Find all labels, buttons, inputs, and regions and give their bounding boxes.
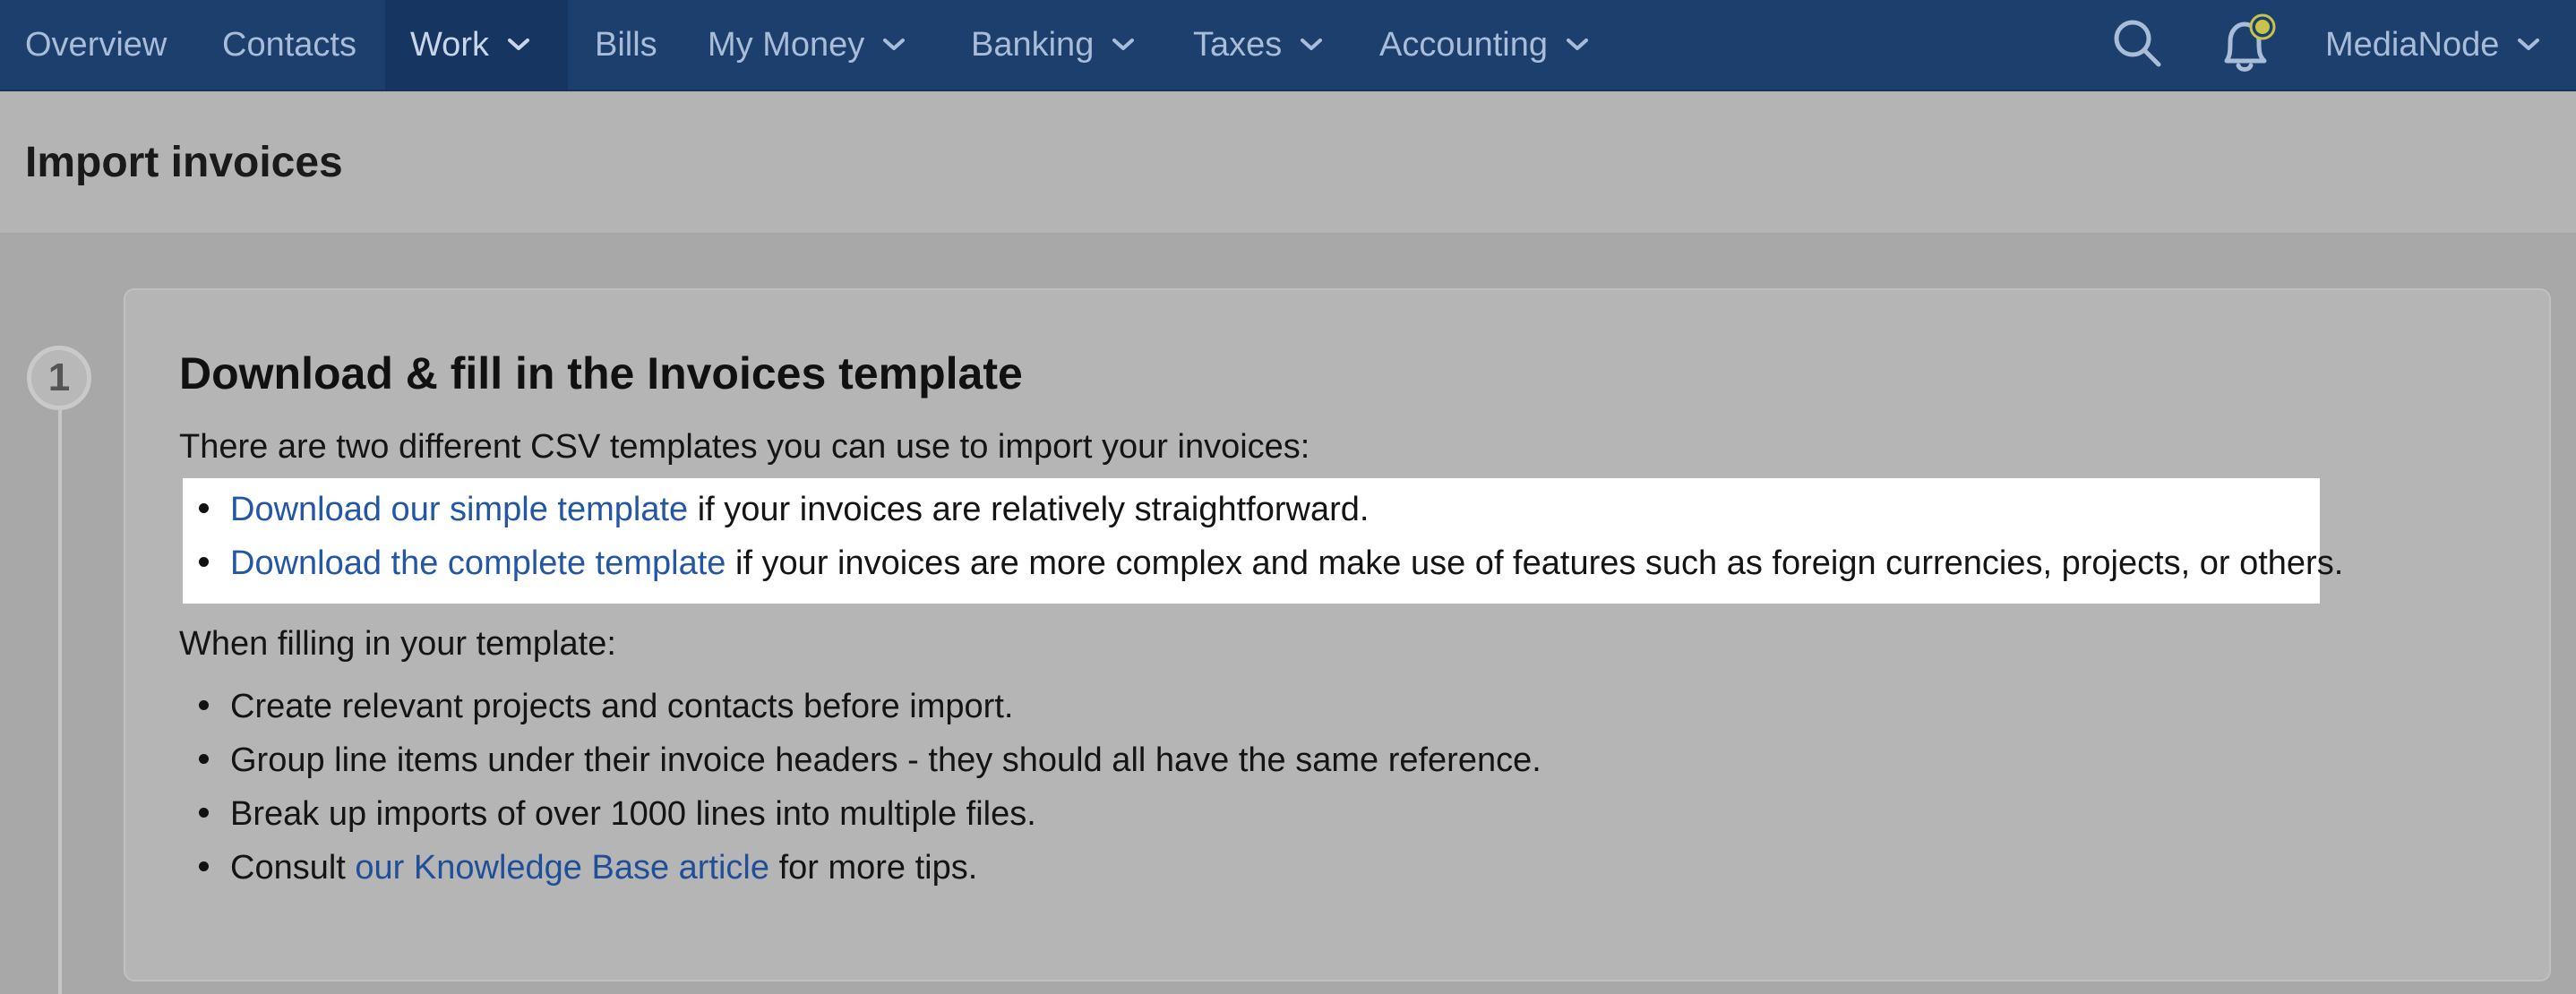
tip-text: Break up imports of over 1000 lines into… (230, 795, 1036, 833)
list-item: Group line items under their invoice hea… (199, 741, 1541, 780)
account-name: MediaNode (2325, 25, 2500, 64)
knowledge-base-link[interactable]: our Knowledge Base article (355, 849, 769, 887)
list-item: Break up imports of over 1000 lines into… (199, 795, 1036, 834)
download-simple-template-link[interactable]: Download our simple template (230, 491, 688, 529)
chevron-down-icon (507, 38, 530, 52)
notifications-button[interactable] (2214, 0, 2279, 90)
chevron-down-icon (1112, 38, 1135, 52)
search-button[interactable] (2110, 0, 2164, 90)
tip-text: Group line items under their invoice hea… (230, 741, 1541, 779)
chevron-down-icon (882, 38, 906, 52)
chevron-down-icon (1566, 38, 1589, 52)
nav-work-label: Work (410, 25, 489, 64)
bullet (199, 503, 209, 513)
list-item: Download the complete template if your i… (199, 544, 2343, 583)
bullet (199, 861, 209, 871)
nav-work[interactable]: Work (385, 0, 568, 90)
chevron-down-icon (2517, 38, 2540, 52)
top-navigation: Overview Contacts Work Bills My Money Ba… (0, 0, 2576, 91)
nav-my-money[interactable]: My Money (708, 0, 906, 90)
bullet (199, 754, 209, 764)
step-number-badge: 1 (27, 346, 91, 410)
bullet (199, 557, 209, 567)
nav-overview[interactable]: Overview (25, 0, 167, 90)
templates-intro: There are two different CSV templates yo… (179, 428, 1310, 466)
nav-my-money-label: My Money (708, 25, 865, 64)
list-item: Consult our Knowledge Base article for m… (199, 849, 977, 887)
kb-prefix: Consult (230, 849, 356, 887)
list-item: Create relevant projects and contacts be… (199, 688, 1013, 726)
search-icon (2110, 16, 2164, 74)
template-description: if your invoices are more complex and ma… (726, 544, 2344, 582)
kb-suffix: for more tips. (769, 849, 978, 887)
nav-accounting[interactable]: Accounting (1379, 0, 1589, 90)
nav-contacts-label: Contacts (222, 25, 356, 64)
template-description: if your invoices are relatively straight… (688, 491, 1370, 528)
nav-taxes[interactable]: Taxes (1193, 0, 1323, 90)
nav-taxes-label: Taxes (1193, 25, 1283, 64)
tip-text: Create relevant projects and contacts be… (230, 688, 1014, 725)
nav-banking[interactable]: Banking (971, 0, 1135, 90)
nav-contacts[interactable]: Contacts (222, 0, 356, 90)
step-connector (58, 410, 62, 994)
download-complete-template-link[interactable]: Download the complete template (230, 544, 726, 583)
bullet (199, 700, 209, 710)
nav-bills-label: Bills (595, 25, 657, 64)
nav-banking-label: Banking (971, 25, 1095, 64)
account-menu[interactable]: MediaNode (2325, 0, 2540, 90)
nav-overview-label: Overview (25, 25, 167, 64)
filling-intro: When filling in your template: (179, 625, 616, 663)
page-title: Import invoices (25, 139, 343, 186)
page-header: Import invoices (0, 91, 2576, 235)
bell-icon (2214, 9, 2279, 81)
bullet (199, 808, 209, 818)
nav-accounting-label: Accounting (1379, 25, 1549, 64)
nav-bills[interactable]: Bills (595, 0, 657, 90)
chevron-down-icon (1300, 38, 1323, 52)
list-item: Download our simple template if your inv… (199, 491, 1369, 529)
step-title: Download & fill in the Invoices template (179, 348, 1023, 398)
